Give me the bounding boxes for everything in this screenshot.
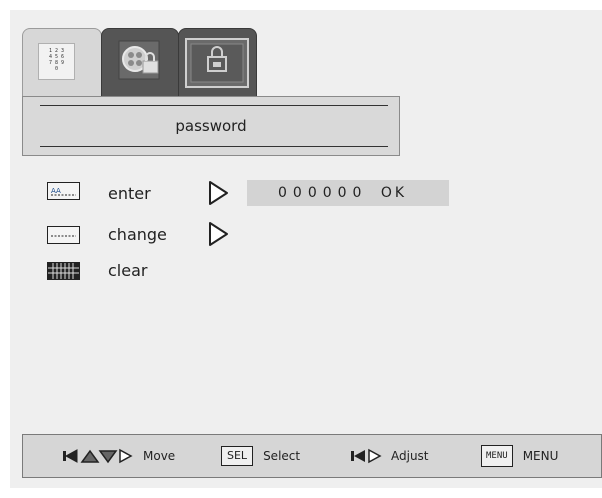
sel-key[interactable]: SEL bbox=[221, 446, 254, 466]
password-input[interactable]: 000000 OK bbox=[247, 180, 449, 206]
menu-label: MENU bbox=[522, 449, 559, 463]
tab-lock[interactable] bbox=[178, 28, 257, 96]
adjust-label: Adjust bbox=[391, 449, 429, 463]
title-rule-bottom bbox=[40, 146, 388, 147]
help-bar: Move SEL Select Adjust MENU MENU bbox=[22, 434, 602, 478]
keypad-icon: 1 2 3 4 5 6 7 8 9 0 bbox=[38, 43, 75, 80]
password-value: 000000 bbox=[278, 185, 368, 201]
menu-item-clear[interactable]: clear bbox=[108, 261, 147, 280]
password-enter-icon: AA bbox=[47, 182, 80, 200]
tab-keypad[interactable]: 1 2 3 4 5 6 7 8 9 0 bbox=[22, 28, 102, 96]
change-arrow-icon[interactable] bbox=[207, 221, 231, 247]
screen-lock-icon bbox=[185, 38, 249, 88]
media-lock-icon bbox=[118, 40, 160, 80]
enter-arrow-icon[interactable] bbox=[207, 180, 231, 206]
page-title: password bbox=[175, 117, 247, 135]
menu-item-change[interactable]: change bbox=[108, 225, 167, 244]
keypad-digits: 1 2 3 4 5 6 7 8 9 0 bbox=[48, 48, 65, 72]
svg-text:AA: AA bbox=[51, 187, 61, 195]
title-rule-top bbox=[40, 105, 388, 106]
password-clear-icon bbox=[47, 262, 80, 280]
password-status: OK bbox=[380, 185, 408, 201]
help-adjust: Adjust bbox=[351, 435, 429, 477]
help-select: SEL Select bbox=[221, 435, 300, 477]
move-label: Move bbox=[143, 449, 176, 463]
help-move: Move bbox=[63, 435, 175, 477]
menu-item-enter[interactable]: enter bbox=[108, 184, 151, 203]
select-label: Select bbox=[263, 449, 301, 463]
title-panel: password bbox=[22, 96, 400, 156]
left-right-arrows-icon bbox=[351, 448, 382, 464]
tab-media[interactable] bbox=[101, 28, 179, 96]
help-menu: MENU MENU bbox=[481, 435, 558, 477]
menu-key[interactable]: MENU bbox=[481, 445, 513, 467]
directional-arrows-icon bbox=[63, 448, 133, 464]
password-change-icon bbox=[47, 226, 80, 244]
